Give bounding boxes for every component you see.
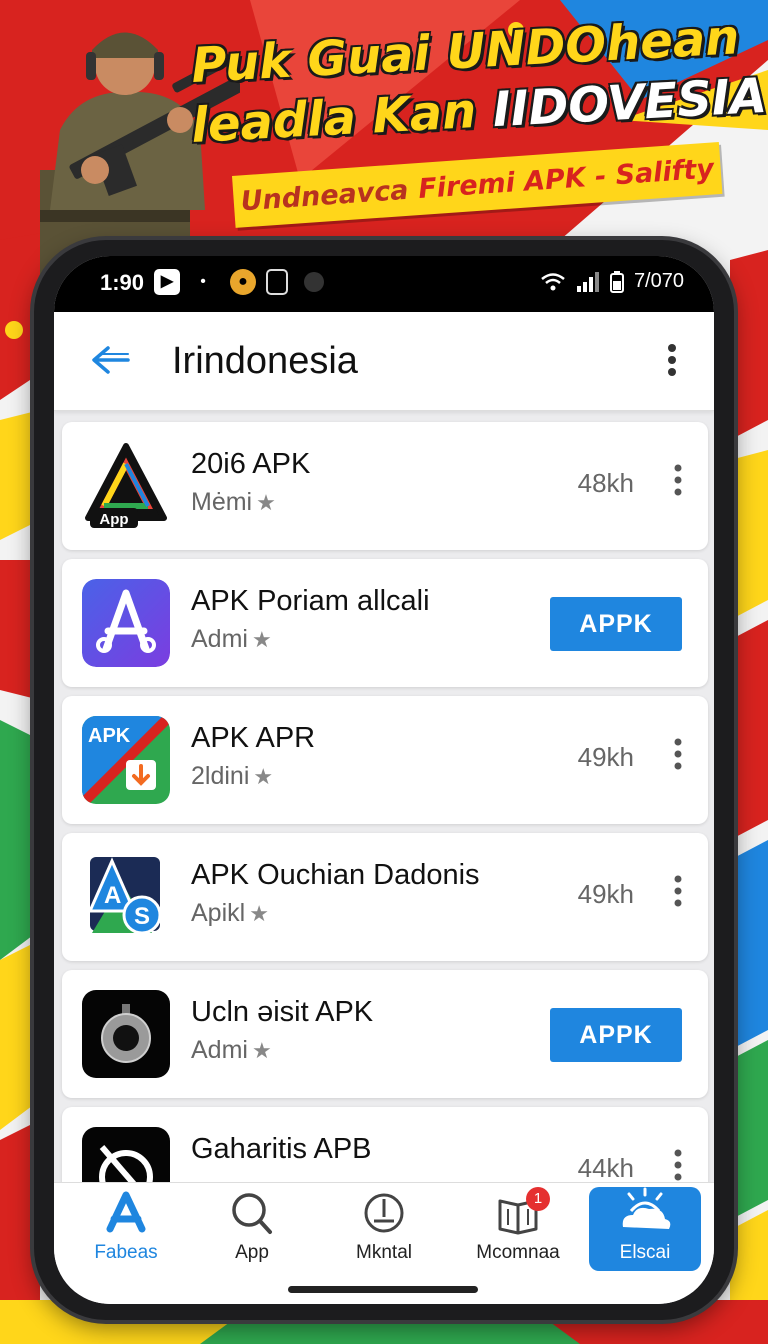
banner-subtitle-part1: Undneavca: [239, 174, 410, 217]
app-size: 49kh: [577, 879, 634, 909]
app-publisher-text: Admi: [191, 625, 248, 653]
clock-icon: [364, 1193, 404, 1233]
home-indicator[interactable]: [288, 1286, 478, 1293]
app-name: APK Ouchian Dadonis: [191, 859, 480, 891]
list-item[interactable]: App 20i6 APK Mėmi ★ 48kh: [62, 422, 708, 550]
install-button[interactable]: APPK: [550, 1008, 682, 1062]
star-icon: ★: [251, 627, 272, 652]
status-bar: 1:90 ▶ • ● 7/070: [54, 256, 714, 312]
weather-icon: [622, 1187, 671, 1229]
app-size: 48kh: [577, 468, 634, 498]
install-button[interactable]: APPK: [550, 597, 682, 651]
nav-item-mkntal[interactable]: Mkntal: [324, 1191, 444, 1264]
app-name: Ucln əisit APK: [191, 996, 374, 1028]
app-publisher-text: 2ldini: [191, 762, 250, 790]
page-title: Irindonesia: [172, 340, 358, 382]
svg-text:S: S: [134, 903, 150, 930]
notification-app-icon: ▶: [154, 269, 180, 295]
app-size: 49kh: [577, 742, 634, 772]
dot-icon: •: [200, 273, 206, 290]
more-vertical-icon[interactable]: [672, 873, 684, 909]
app-publisher: Apikl ★: [191, 899, 269, 928]
app-name: 20i6 APK: [191, 448, 311, 480]
star-icon: ★: [256, 490, 276, 515]
notification-badge: 1: [526, 1187, 550, 1211]
star-icon: ★: [249, 901, 269, 926]
app-publisher: Mėmi ★: [191, 488, 276, 517]
app-icon-label: App: [99, 511, 128, 528]
wifi-icon: [541, 272, 565, 290]
app-publisher-text: Mėmi: [191, 488, 253, 516]
app-icon-label: APK: [88, 725, 131, 747]
star-icon: ★: [253, 764, 274, 789]
signal-icon: [576, 271, 599, 292]
list-item[interactable]: APK Poriam allcali Admi ★ APPK: [62, 559, 708, 687]
battery-icon: [609, 270, 624, 293]
nav-label: Mcomnaa: [476, 1242, 560, 1263]
bag-icon: [266, 269, 288, 295]
nav-label: Mkntal: [356, 1242, 412, 1263]
status-time: 1:90: [100, 270, 145, 295]
app-publisher: 2ldini ★: [191, 762, 273, 791]
search-icon: [232, 1193, 272, 1234]
apk-download-icon: APK: [82, 716, 170, 804]
app-name: APK Poriam allcali: [191, 585, 430, 617]
list-item[interactable]: Ucln əisit APK Admi ★ APPK: [62, 970, 708, 1098]
app-publisher: Admi ★: [191, 1036, 272, 1065]
nav-item-mcomnaa[interactable]: 1 Mcomnaa: [458, 1187, 578, 1264]
coin-icon: ●: [230, 269, 256, 295]
app-publisher-text: Apikl: [191, 899, 246, 927]
nav-item-fabeas[interactable]: Fabeas: [66, 1191, 186, 1264]
app-name: APK APR: [191, 722, 316, 754]
nav-label: Fabeas: [94, 1242, 158, 1263]
app-icon-triangle: App: [82, 442, 170, 530]
more-vertical-icon[interactable]: [672, 462, 684, 498]
nav-label: Elscai: [619, 1242, 671, 1263]
app-publisher-text: Admi: [191, 1036, 248, 1064]
apk-as-logo-icon: A S: [82, 853, 170, 941]
status-right-text: 7/070: [633, 270, 684, 292]
store-a-icon: [106, 1191, 146, 1233]
camera-icon: [304, 272, 324, 292]
arrow-left-icon[interactable]: [88, 342, 132, 378]
more-vertical-icon[interactable]: [666, 342, 678, 378]
nav-label: App: [235, 1242, 269, 1263]
more-vertical-icon[interactable]: [672, 736, 684, 772]
list-item[interactable]: APK APK APR 2ldini ★ 49kh: [62, 696, 708, 824]
app-bar: Irindonesia: [54, 312, 714, 411]
ring-logo-icon: [82, 990, 170, 1078]
status-right: 7/070: [540, 270, 684, 293]
app-list: App 20i6 APK Mėmi ★ 48kh APK Poriam allca…: [62, 422, 708, 1244]
list-item[interactable]: A S APK Ouchian Dadonis Apikl ★ 49kh: [62, 833, 708, 961]
app-publisher: Admi ★: [191, 625, 272, 654]
nav-item-app[interactable]: App: [192, 1191, 312, 1264]
banner-subtitle-part2: Firemi APK - Salifty: [417, 152, 715, 205]
more-vertical-icon[interactable]: [672, 1147, 684, 1183]
nav-item-elscai[interactable]: Elscai: [589, 1187, 701, 1271]
app-name: Gaharitis APB: [191, 1133, 372, 1165]
phone-screen: 1:90 ▶ • ● 7/070 Irindonesia App 20i6 AP…: [54, 256, 714, 1304]
app-size: 44kh: [577, 1153, 634, 1183]
app-store-icon: [82, 579, 170, 667]
star-icon: ★: [251, 1038, 272, 1063]
svg-text:A: A: [104, 882, 121, 909]
